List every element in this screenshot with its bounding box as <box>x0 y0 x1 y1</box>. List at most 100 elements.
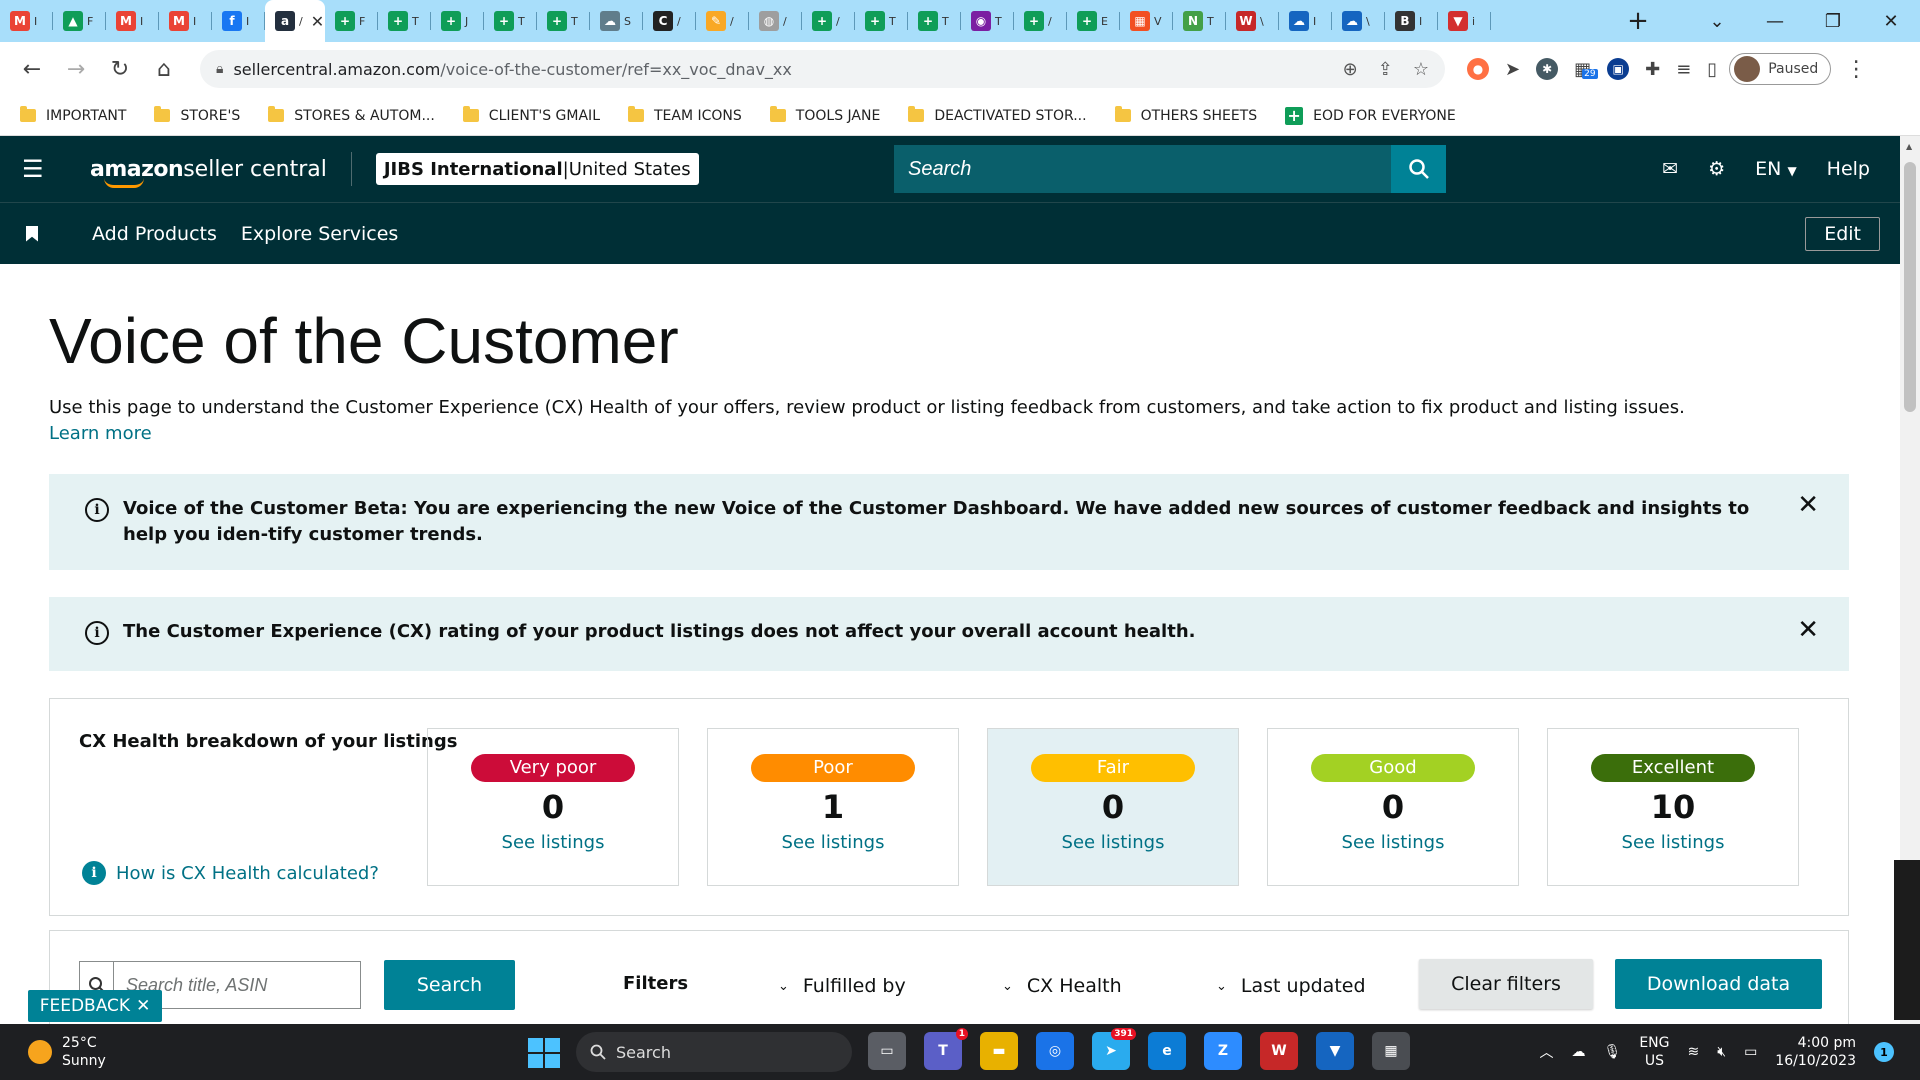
fulfilled-by-dropdown[interactable]: ⌄ Fulfilled by <box>778 975 906 997</box>
bookmark-item[interactable]: + EOD FOR EVERYONE <box>1285 106 1456 125</box>
taskbar-search[interactable]: Search <box>576 1032 852 1072</box>
browser-tab[interactable]: + T <box>484 0 537 42</box>
listing-search-button[interactable]: Search <box>384 960 515 1010</box>
lock-icon[interactable]: 🔒︎ <box>216 61 223 77</box>
browser-tab[interactable]: MI <box>0 0 53 42</box>
wifi-icon[interactable]: ≋ <box>1688 1044 1700 1060</box>
new-tab-button[interactable]: + <box>1618 6 1658 36</box>
browser-tab[interactable]: MI <box>159 0 212 42</box>
extension-gear-icon[interactable]: ✱ <box>1536 58 1559 80</box>
chrome-icon[interactable]: ◎ <box>1036 1032 1074 1070</box>
zoom-icon[interactable]: Z <box>1204 1032 1242 1070</box>
browser-tab[interactable]: BI <box>1385 0 1438 42</box>
last-updated-dropdown[interactable]: ⌄ Last updated <box>1216 975 1366 997</box>
reading-list-icon[interactable]: ≡ <box>1676 59 1691 80</box>
browser-tab[interactable]: MI <box>106 0 159 42</box>
account-switcher[interactable]: JIBS International | United States <box>375 153 699 185</box>
share-icon[interactable]: ⇪ <box>1378 59 1393 80</box>
cx-how-calculated-link[interactable]: i How is CX Health calculated? <box>82 861 379 885</box>
bookmark-item[interactable]: TOOLS JANE <box>769 106 880 124</box>
weather-widget[interactable]: 25°C Sunny <box>28 1034 106 1070</box>
browser-tab[interactable]: a / ✕ <box>265 0 325 42</box>
bookmark-icon[interactable] <box>26 225 38 242</box>
see-listings-link[interactable]: See listings <box>428 832 678 853</box>
chevron-up-icon[interactable]: ︿ <box>1540 1042 1554 1062</box>
settings-gear-icon[interactable]: ⚙ <box>1708 158 1725 180</box>
cx-health-dropdown[interactable]: ⌄ CX Health <box>1002 975 1122 997</box>
extension-arrow-icon[interactable]: ➤ <box>1505 59 1520 80</box>
back-button[interactable]: ← <box>12 49 52 89</box>
cx-tile[interactable]: Excellent 10 See listings <box>1547 728 1799 886</box>
header-search-input[interactable] <box>894 145 1391 193</box>
url-text[interactable]: sellercentral.amazon.com/voice-of-the-cu… <box>233 60 1332 79</box>
browser-tab[interactable]: ◍ / <box>749 0 802 42</box>
browser-tab[interactable]: ◉ T <box>961 0 1014 42</box>
feedback-button[interactable]: FEEDBACK ✕ <box>28 990 162 1022</box>
browser-tab[interactable]: + T <box>855 0 908 42</box>
bookmark-item[interactable]: DEACTIVATED STOR... <box>908 106 1087 124</box>
clear-filters-button[interactable]: Clear filters <box>1419 959 1593 1009</box>
close-icon[interactable]: ✕ <box>1797 492 1819 518</box>
browser-tab[interactable]: ▼ i <box>1438 0 1491 42</box>
browser-tab[interactable]: + T <box>537 0 590 42</box>
see-listings-link[interactable]: See listings <box>1268 832 1518 853</box>
browser-tab[interactable]: + T <box>378 0 431 42</box>
browser-tab[interactable]: ▦ V <box>1120 0 1173 42</box>
notification-badge[interactable]: 1 <box>1874 1042 1894 1062</box>
edit-nav-button[interactable]: Edit <box>1805 217 1880 251</box>
close-icon[interactable]: ✕ <box>1797 617 1819 643</box>
header-search-button[interactable] <box>1391 145 1446 193</box>
browser-tab[interactable]: ☁ S <box>590 0 643 42</box>
learn-more-link[interactable]: Learn more <box>49 423 152 444</box>
cx-tile[interactable]: Very poor 0 See listings <box>427 728 679 886</box>
browser-tab[interactable]: + E <box>1067 0 1120 42</box>
browser-menu-icon[interactable]: ⋮ <box>1845 57 1867 82</box>
bookmark-item[interactable]: OTHERS SHEETS <box>1114 106 1257 124</box>
cx-tile[interactable]: Good 0 See listings <box>1267 728 1519 886</box>
teams-icon[interactable]: T1 <box>924 1028 968 1070</box>
address-bar[interactable]: 🔒︎ sellercentral.amazon.com/voice-of-the… <box>200 50 1445 88</box>
bookmark-item[interactable]: TEAM ICONS <box>628 106 742 124</box>
vpn-shield-icon[interactable]: ▼ <box>1316 1032 1354 1070</box>
profile-button[interactable]: Paused <box>1729 53 1832 85</box>
bookmark-item[interactable]: STORE'S <box>154 106 240 124</box>
tab-search-chevron-icon[interactable]: ⌄ <box>1688 11 1746 32</box>
home-button[interactable]: ⌂ <box>144 49 184 89</box>
close-tab-icon[interactable]: ✕ <box>311 12 324 31</box>
cx-tile[interactable]: Poor 1 See listings <box>707 728 959 886</box>
bookmark-item[interactable]: IMPORTANT <box>20 106 126 124</box>
browser-tab[interactable]: ✎ / <box>696 0 749 42</box>
microphone-icon[interactable]: 🎙︎ <box>1604 1044 1622 1060</box>
file-explorer-icon[interactable]: ▬ <box>980 1032 1018 1070</box>
battery-icon[interactable]: ▭ <box>1744 1044 1757 1060</box>
calculator-icon[interactable]: ▦ <box>1372 1032 1410 1070</box>
task-view-icon[interactable]: ▭ <box>868 1032 906 1070</box>
input-language[interactable]: ENG US <box>1639 1034 1669 1070</box>
browser-tab[interactable]: + / <box>802 0 855 42</box>
see-listings-link[interactable]: See listings <box>1548 832 1798 853</box>
extensions-puzzle-icon[interactable]: ✚ <box>1645 59 1660 80</box>
forward-button[interactable]: → <box>56 49 96 89</box>
language-selector[interactable]: EN ▼ <box>1755 158 1797 180</box>
windows-start-icon[interactable] <box>528 1038 560 1068</box>
minimize-button[interactable]: — <box>1746 11 1804 32</box>
close-icon[interactable]: ✕ <box>136 996 150 1016</box>
extension-orange-icon[interactable]: ● <box>1467 58 1489 80</box>
browser-tab[interactable]: NT <box>1173 0 1226 42</box>
help-link[interactable]: Help <box>1827 158 1870 180</box>
mail-icon[interactable]: ✉ <box>1662 158 1678 180</box>
browser-tab[interactable]: + F <box>325 0 378 42</box>
browser-tab[interactable]: W \ <box>1226 0 1279 42</box>
see-listings-link[interactable]: See listings <box>708 832 958 853</box>
download-data-button[interactable]: Download data <box>1615 959 1822 1009</box>
wps-office-icon[interactable]: W <box>1260 1032 1298 1070</box>
cx-tile[interactable]: Fair 0 See listings <box>987 728 1239 886</box>
browser-tab[interactable]: fI <box>212 0 265 42</box>
bookmark-star-icon[interactable]: ☆ <box>1413 59 1429 80</box>
browser-tab[interactable]: ▲ F <box>53 0 106 42</box>
zoom-icon[interactable]: ⊕ <box>1343 59 1358 80</box>
seller-central-logo[interactable]: amazon seller central <box>90 152 352 188</box>
extension-grid-icon[interactable]: ▣ <box>1607 58 1630 80</box>
browser-tab[interactable]: + J <box>431 0 484 42</box>
nav-explore-services[interactable]: Explore Services <box>241 223 398 245</box>
